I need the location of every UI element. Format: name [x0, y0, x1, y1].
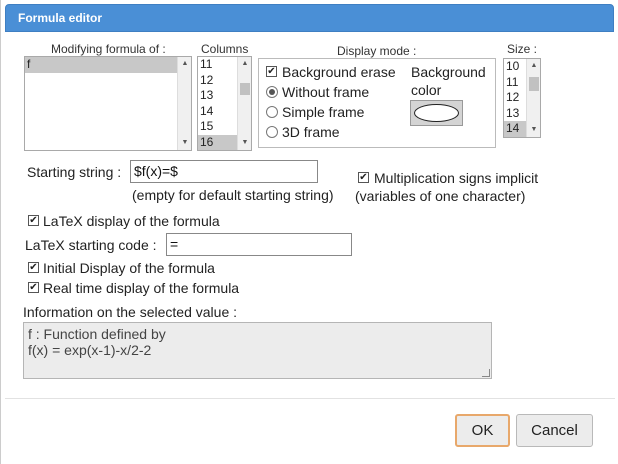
- realtime-display-checkbox[interactable]: ✔: [28, 282, 39, 293]
- columns-item[interactable]: 13: [198, 88, 237, 104]
- columns-item[interactable]: 15: [198, 119, 237, 135]
- multiplication-label: Multiplication signs implicit: [374, 170, 539, 186]
- info-textarea[interactable]: f : Function defined by f(x) = exp(x-1)-…: [23, 322, 492, 379]
- formula-list-label: Modifying formula of :: [51, 42, 166, 56]
- columns-item[interactable]: 11: [198, 57, 237, 73]
- formula-list-item[interactable]: f: [25, 57, 177, 73]
- simple-frame-label: Simple frame: [282, 104, 365, 120]
- footer-separator: [5, 398, 615, 399]
- size-listbox[interactable]: 10 11 12 13 14 ▲ ▼: [503, 58, 541, 138]
- size-item[interactable]: 11: [504, 75, 526, 91]
- scroll-thumb[interactable]: [529, 77, 539, 91]
- scroll-up-icon[interactable]: ▲: [178, 57, 191, 71]
- scroll-down-icon[interactable]: ▼: [238, 136, 251, 150]
- resize-grip-icon[interactable]: [482, 369, 490, 377]
- latex-display-label: LaTeX display of the formula: [43, 213, 220, 229]
- cancel-button[interactable]: Cancel: [516, 414, 593, 447]
- starting-string-input[interactable]: $f(x)=$: [130, 160, 318, 183]
- color-swatch: [414, 104, 459, 122]
- scroll-up-icon[interactable]: ▲: [238, 57, 251, 71]
- background-erase-label: Background erase: [282, 64, 396, 80]
- scroll-thumb[interactable]: [240, 83, 250, 95]
- background-color-label-2: color: [411, 82, 442, 98]
- without-frame-label: Without frame: [282, 84, 370, 100]
- size-label: Size :: [507, 42, 538, 56]
- columns-scrollbar[interactable]: ▲ ▼: [237, 57, 251, 150]
- latex-display-checkbox[interactable]: ✔: [28, 215, 39, 226]
- info-line-1: f : Function defined by: [28, 326, 166, 342]
- dialog-titlebar[interactable]: Formula editor: [5, 4, 614, 32]
- columns-listbox[interactable]: 11 12 13 14 15 16 ▲ ▼: [197, 56, 252, 151]
- multiplication-checkbox[interactable]: ✔: [358, 172, 369, 183]
- formula-editor-dialog: Formula editor Modifying formula of : f …: [0, 0, 618, 464]
- simple-frame-radio[interactable]: [266, 106, 278, 118]
- initial-display-checkbox[interactable]: ✔: [28, 262, 39, 273]
- background-color-button[interactable]: [410, 100, 463, 126]
- info-label: Information on the selected value :: [23, 304, 238, 320]
- without-frame-radio[interactable]: [266, 86, 278, 98]
- starting-string-hint: (empty for default starting string): [132, 187, 334, 203]
- formula-listbox[interactable]: f ▲ ▼: [24, 56, 192, 151]
- columns-item[interactable]: 14: [198, 104, 237, 120]
- realtime-display-label: Real time display of the formula: [43, 280, 240, 296]
- display-mode-label: Display mode :: [337, 44, 417, 58]
- background-erase-checkbox[interactable]: ✔: [266, 66, 277, 77]
- ok-button[interactable]: OK: [455, 414, 510, 447]
- initial-display-label: Initial Display of the formula: [43, 260, 215, 276]
- latex-code-input[interactable]: =: [166, 233, 352, 256]
- info-line-2: f(x) = exp(x-1)-x/2-2: [28, 342, 152, 358]
- scroll-down-icon[interactable]: ▼: [527, 123, 540, 137]
- formula-list-scrollbar[interactable]: ▲ ▼: [177, 57, 191, 150]
- size-item[interactable]: 13: [504, 106, 526, 122]
- background-color-label: Background: [411, 64, 486, 80]
- 3d-frame-label: 3D frame: [282, 124, 340, 140]
- 3d-frame-radio[interactable]: [266, 126, 278, 138]
- scroll-up-icon[interactable]: ▲: [527, 59, 540, 73]
- latex-code-label: LaTeX starting code :: [25, 237, 157, 253]
- dialog-title: Formula editor: [18, 11, 103, 25]
- size-scrollbar[interactable]: ▲ ▼: [526, 59, 540, 137]
- columns-label: Columns: [201, 42, 249, 56]
- columns-item[interactable]: 16: [198, 134, 237, 150]
- columns-item[interactable]: 12: [198, 73, 237, 89]
- size-item[interactable]: 14: [504, 121, 526, 137]
- starting-string-label: Starting string :: [27, 164, 122, 180]
- multiplication-hint: (variables of one character): [355, 188, 526, 204]
- size-item[interactable]: 10: [504, 59, 526, 75]
- scroll-down-icon[interactable]: ▼: [178, 136, 191, 150]
- size-item[interactable]: 12: [504, 90, 526, 106]
